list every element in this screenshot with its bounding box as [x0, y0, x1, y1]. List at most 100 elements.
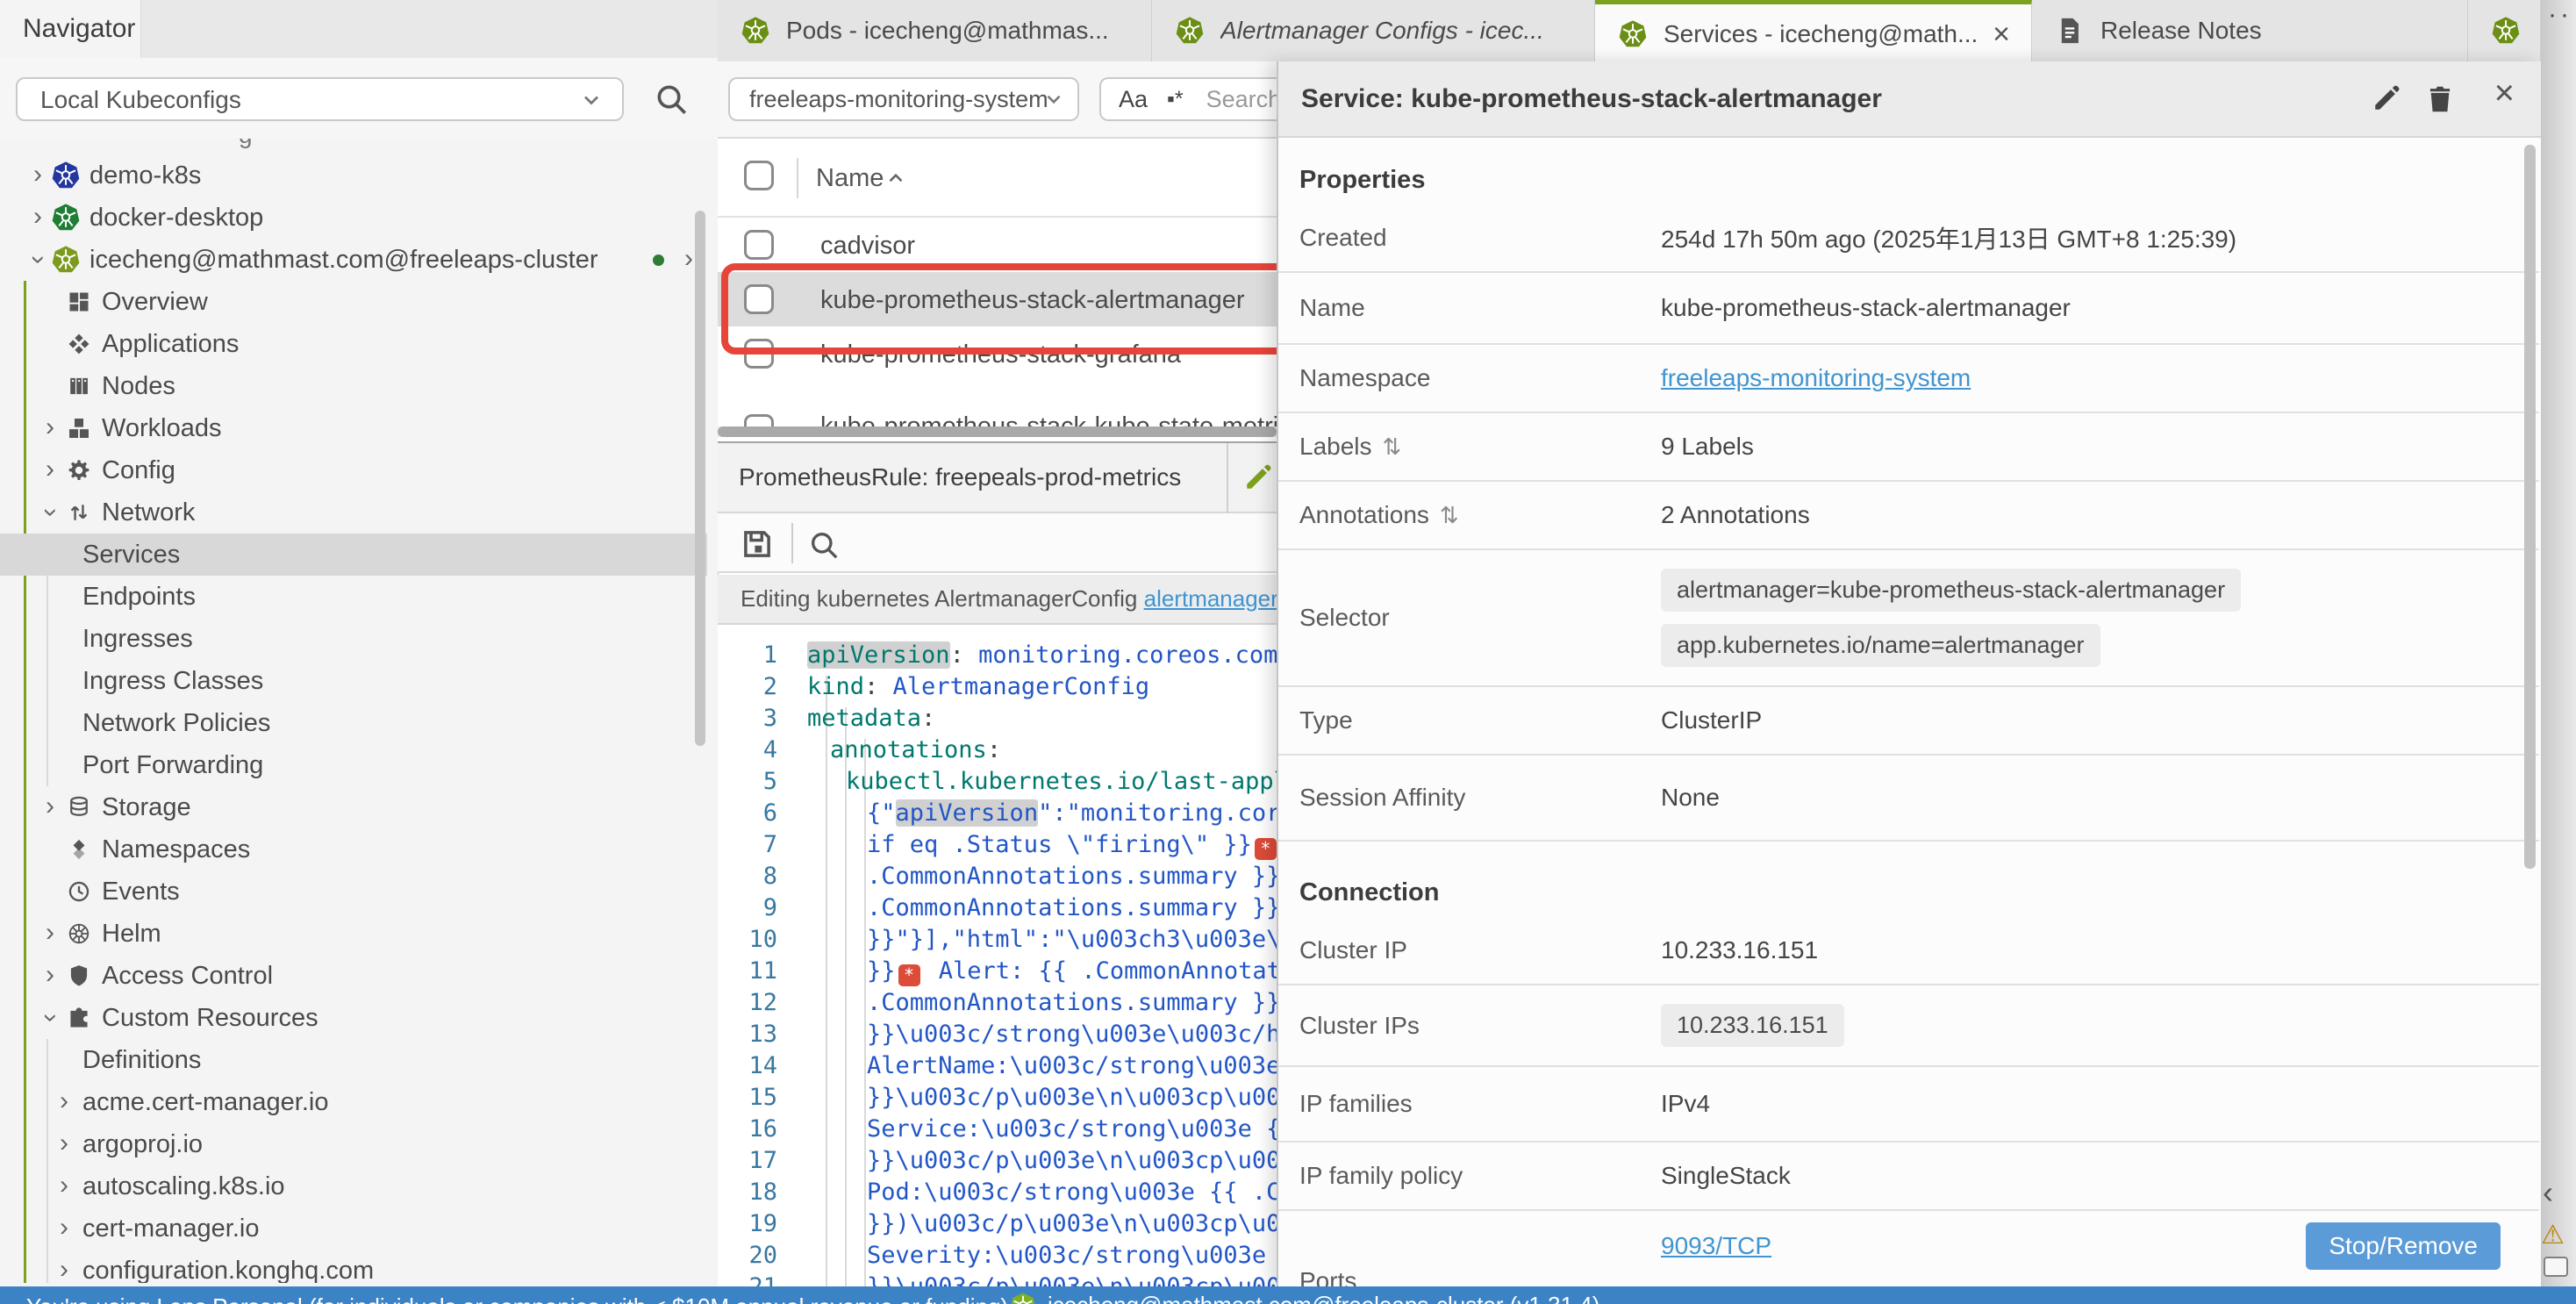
close-icon[interactable]: × [2494, 74, 2515, 113]
sidebar-item-network-policies[interactable]: Network Policies [0, 702, 707, 744]
sidebar-item-docker-desktop[interactable]: ›docker-desktop [0, 197, 707, 239]
sidebar-item-acme-cert-manager-io[interactable]: ›acme.cert-manager.io [0, 1081, 707, 1123]
sidebar-item-workloads[interactable]: ›Workloads [0, 407, 707, 449]
sidebar-item-access-control[interactable]: ›Access Control [0, 955, 707, 997]
chevron-collapsed-icon[interactable]: › [39, 786, 61, 828]
table-body: cadvisor kube-prometheus-stack-alertmanag… [718, 218, 1277, 444]
sidebar-item-namespaces[interactable]: Namespaces [0, 828, 707, 871]
sidebar-item-demo-k8s[interactable]: ›demo-k8s [0, 154, 707, 197]
save-icon[interactable] [739, 526, 776, 562]
row-checkbox[interactable] [744, 414, 774, 426]
port-stop-remove-button[interactable]: Stop/Remove [2306, 1222, 2501, 1270]
chevron-collapsed-icon[interactable]: › [53, 1081, 75, 1123]
sidebar-item-ingress-classes[interactable]: Ingress Classes [0, 660, 707, 702]
table-row-kube-prometheus-stack-alertmanager[interactable]: kube-prometheus-stack-alertmanager [718, 272, 1277, 326]
tab-services-icecheng-math[interactable]: Services - icecheng@math...× [1595, 0, 2032, 63]
sort-ascending-icon[interactable] [884, 167, 907, 190]
search-icon[interactable] [653, 81, 690, 118]
edit-pencil-icon[interactable] [2371, 82, 2402, 114]
alertmanagerconfig-link[interactable]: alertmanager [1144, 585, 1277, 612]
sort-toggle-icon[interactable]: ⇅ [1383, 434, 1402, 461]
collapse-chevron-icon[interactable]: ‹ [2543, 1174, 2553, 1211]
sidebar-item-storage[interactable]: ›Storage [0, 786, 707, 828]
search-highlight: apiVersion [896, 799, 1039, 827]
save-icon[interactable] [739, 526, 776, 562]
row-name-cell: kube-prometheus-stack-alertmanager [820, 286, 1245, 315]
tab-label: Release Notes [2100, 17, 2262, 45]
select-all-checkbox[interactable] [744, 161, 774, 190]
chevron-collapsed-icon[interactable]: › [39, 407, 61, 449]
namespace-link[interactable]: freeleaps-monitoring-system [1661, 364, 1971, 391]
chevron-collapsed-icon[interactable]: › [53, 1207, 75, 1250]
dock-tab-prometheusrule[interactable]: PrometheusRule: freepeals-prod-metrics [718, 443, 1228, 513]
panel-scrollbar[interactable] [2524, 145, 2536, 869]
sidebar-item-configuration-konghq-com[interactable]: ›configuration.konghq.com [0, 1250, 707, 1283]
tab-partial[interactable] [2468, 0, 2541, 61]
table-row-cadvisor[interactable]: cadvisor [718, 218, 1277, 272]
chevron-collapsed-icon[interactable]: › [53, 1165, 75, 1207]
chevron-collapsed-icon[interactable]: › [39, 955, 61, 997]
sidebar-item-config[interactable]: ›Config [0, 449, 707, 491]
sidebar-item-definitions[interactable]: Definitions [0, 1039, 707, 1081]
detail-row-type: TypeClusterIP [1278, 687, 2539, 756]
chevron-collapsed-icon[interactable]: › [39, 449, 61, 491]
search-placeholder: Search [1206, 86, 1282, 113]
close-icon[interactable]: × [1993, 19, 2010, 49]
row-checkbox[interactable] [744, 230, 774, 260]
regex-icon[interactable]: ▪* [1167, 87, 1184, 112]
chevron-collapsed-icon[interactable]: › [39, 913, 61, 955]
namespace-dropdown[interactable]: freeleaps-monitoring-system [728, 77, 1079, 121]
sidebar-item-overview[interactable]: Overview [0, 281, 707, 323]
row-checkbox[interactable] [744, 284, 774, 314]
sidebar-item-cert-manager-io[interactable]: ›cert-manager.io [0, 1207, 707, 1250]
active-cluster-status[interactable]: icecheng@mathmast.com@freeleaps-cluster … [1009, 1291, 1599, 1304]
column-header-name[interactable]: Name [816, 139, 884, 218]
sidebar-item-events[interactable]: Events [0, 871, 707, 913]
chevron-collapsed-icon[interactable]: › [53, 1250, 75, 1283]
tab-pods-icecheng-mathmas[interactable]: Pods - icecheng@mathmas... [718, 0, 1152, 61]
sidebar-item-nodes[interactable]: Nodes [0, 365, 707, 407]
search-icon[interactable] [653, 81, 690, 118]
chevron-expanded-icon[interactable]: › [29, 501, 71, 524]
row-checkbox[interactable] [744, 339, 774, 369]
sidebar-item-icecheng-mathmast-com-freeleaps-cluster[interactable]: ›icecheng@mathmast.com@freeleaps-cluster… [0, 239, 707, 281]
trash-icon[interactable] [2423, 82, 2457, 116]
sidebar-item-argoproj-io[interactable]: ›argoproj.io [0, 1123, 707, 1165]
chevron-expanded-icon[interactable]: › [29, 1007, 71, 1029]
chevron-collapsed-icon[interactable]: › [53, 1123, 75, 1165]
sidebar-item-services[interactable]: Services [0, 534, 707, 576]
table-row-kube-prometheus-stack-grafana[interactable]: kube-prometheus-stack-grafana [718, 326, 1277, 381]
sidebar-item-ingresses[interactable]: Ingresses [0, 618, 707, 660]
sidebar-item-custom-resources[interactable]: ›Custom Resources [0, 997, 707, 1039]
warning-icon: ⚠ [2541, 1220, 2565, 1250]
horizontal-scrollbar[interactable] [718, 426, 1277, 437]
scrollbar-thumb[interactable] [718, 426, 1277, 437]
kubeconfig-dropdown[interactable]: Local Kubeconfigs [16, 77, 624, 121]
sidebar-item-helm[interactable]: ›Helm [0, 913, 707, 955]
code-token: metadata [807, 705, 921, 732]
sort-toggle-icon[interactable]: ⇅ [1440, 503, 1459, 529]
table-row-kube-prometheus-stack-kube-state-metrics[interactable]: kube-prometheus-stack-kube-state-metrics [718, 381, 1277, 426]
trash-icon[interactable] [2423, 82, 2457, 116]
sidebar-item-autoscaling-k8s-io[interactable]: ›autoscaling.k8s.io [0, 1165, 707, 1207]
edit-pencil-icon[interactable] [1242, 462, 1274, 493]
sidebar-item-applications[interactable]: Applications [0, 323, 707, 365]
kubernetes-icon [1175, 16, 1205, 46]
sidebar-item-endpoints[interactable]: Endpoints [0, 576, 707, 618]
tab-release-notes[interactable]: Release Notes [2032, 0, 2468, 61]
chevron-collapsed-icon[interactable]: › [26, 197, 49, 239]
match-case-icon[interactable]: Aa [1119, 86, 1148, 113]
chevron-collapsed-icon[interactable]: › [26, 154, 49, 197]
tab-alertmanager-configs-icec[interactable]: Alertmanager Configs - icec... [1152, 0, 1595, 61]
search-input[interactable]: Aa ▪* Search [1099, 77, 1284, 121]
editor-search-icon[interactable] [807, 528, 841, 562]
sidebar-scrollbar[interactable] [695, 211, 705, 746]
editor-search-icon[interactable] [807, 528, 841, 562]
sidebar-item-port-forwarding[interactable]: Port Forwarding [0, 744, 707, 786]
port-link[interactable]: 9093/TCP [1661, 1232, 1771, 1260]
yaml-editor[interactable]: 1apiVersion: monitoring.coreos.com/v12ki… [718, 625, 1277, 1286]
edit-pencil-icon[interactable] [2371, 82, 2402, 114]
sidebar-item-network[interactable]: ›Network [0, 491, 707, 534]
edit-pencil-icon[interactable] [1242, 462, 1274, 493]
sort-ascending-icon[interactable] [884, 167, 907, 190]
